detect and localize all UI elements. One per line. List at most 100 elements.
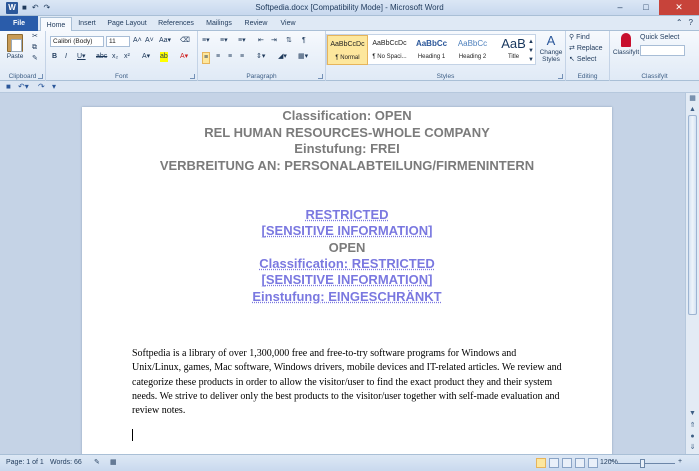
numbering-icon[interactable]: ≡▾: [220, 36, 228, 46]
highlight-icon[interactable]: ab: [160, 52, 168, 62]
word-count[interactable]: Words: 66: [50, 458, 82, 468]
format-painter-icon[interactable]: ✎: [32, 54, 38, 64]
multilevel-list-icon[interactable]: ≡▾: [238, 36, 246, 46]
clear-formatting-icon[interactable]: ⌫: [180, 36, 190, 46]
tab-insert[interactable]: Insert: [74, 16, 100, 31]
print-layout-view-icon[interactable]: [536, 458, 546, 468]
zoom-in-icon[interactable]: +: [678, 457, 682, 467]
sort-icon[interactable]: ⇅: [286, 36, 292, 46]
subscript-icon[interactable]: x₂: [112, 52, 118, 62]
font-name-box[interactable]: Calibri (Body): [50, 36, 104, 47]
full-screen-reading-icon[interactable]: [549, 458, 559, 468]
increase-indent-icon[interactable]: ⇥: [271, 36, 277, 46]
underline-icon[interactable]: U▾: [77, 52, 86, 62]
style-heading-2[interactable]: AaBbCc Heading 2: [452, 35, 493, 65]
next-page-icon[interactable]: ⇓: [686, 442, 699, 454]
classifyit-button[interactable]: ClassifyIt: [612, 33, 640, 56]
redo-icon[interactable]: ↷: [38, 81, 45, 93]
document-page[interactable]: Classification: OPEN REL HUMAN RESOURCES…: [82, 107, 612, 459]
copy-icon[interactable]: ⧉: [32, 43, 37, 53]
clipboard-launcher-icon[interactable]: [38, 74, 43, 79]
tab-home[interactable]: Home: [40, 17, 72, 32]
decrease-indent-icon[interactable]: ⇤: [258, 36, 264, 46]
editing-label: Editing: [577, 73, 598, 80]
zoom-slider-thumb[interactable]: [640, 459, 645, 468]
text-effects-icon[interactable]: A▾: [142, 52, 150, 62]
macro-icon[interactable]: ▦: [110, 458, 117, 468]
tab-references[interactable]: References: [154, 16, 198, 31]
shading-icon[interactable]: ◢▾: [278, 52, 287, 62]
tab-file[interactable]: File: [0, 16, 38, 31]
open-line: OPEN: [328, 240, 366, 255]
paste-button[interactable]: Paste: [4, 34, 26, 60]
cut-icon[interactable]: ✂: [32, 32, 38, 42]
document-workspace: Classification: OPEN REL HUMAN RESOURCES…: [0, 93, 685, 459]
tab-view[interactable]: View: [276, 16, 300, 31]
word-window: { "window": {"title": "Softpedia.docx [C…: [0, 0, 699, 471]
shrink-font-icon[interactable]: A˅: [145, 36, 154, 46]
ribbon-collapse-icon[interactable]: ⌃: [676, 18, 683, 27]
style-no-spacing[interactable]: AaBbCcDc ¶ No Spaci...: [369, 35, 410, 65]
undo-icon[interactable]: ↶▾: [18, 81, 29, 93]
minimize-icon[interactable]: –: [607, 0, 633, 15]
styles-launcher-icon[interactable]: [558, 74, 563, 79]
tab-page-layout[interactable]: Page Layout: [104, 16, 150, 31]
font-group: Calibri (Body) 11 A˄ A˅ Aa▾ ⌫ B I U▾ abc…: [46, 31, 198, 81]
align-center-icon[interactable]: ≡: [216, 52, 220, 62]
window-title: Softpedia.docx [Compatibility Mode] - Mi…: [255, 3, 444, 12]
font-size-box[interactable]: 11: [106, 36, 130, 47]
maximize-icon[interactable]: □: [633, 0, 659, 15]
window-controls: – □ ✕: [607, 0, 699, 15]
tab-mailings[interactable]: Mailings: [201, 16, 237, 31]
close-icon[interactable]: ✕: [659, 0, 699, 15]
align-left-icon[interactable]: ≡: [202, 52, 211, 64]
find-button[interactable]: ⚲ Find: [569, 33, 590, 43]
font-color-icon[interactable]: A▾: [180, 52, 188, 62]
borders-icon[interactable]: ▦▾: [298, 52, 308, 62]
replace-button[interactable]: ⇄ Replace: [569, 44, 603, 54]
vertical-scrollbar[interactable]: ▦ ▲ ▼ ⇑ ● ⇓: [685, 93, 699, 454]
header-line-einstufung: Einstufung: FREI: [294, 141, 400, 156]
justify-icon[interactable]: ≡: [240, 52, 244, 62]
quick-select-button[interactable]: Quick Select: [640, 33, 679, 43]
einstufung-eingeschraenkt-line: Einstufung: EINGESCHRÄNKT: [252, 289, 442, 304]
zoom-out-icon[interactable]: −: [609, 457, 613, 467]
tab-review[interactable]: Review: [241, 16, 271, 31]
page-count[interactable]: Page: 1 of 1: [6, 458, 44, 468]
align-right-icon[interactable]: ≡: [228, 52, 232, 62]
scroll-down-icon[interactable]: ▼: [686, 408, 699, 420]
style-heading-1[interactable]: AaBbCc Heading 1: [411, 35, 452, 65]
style-normal[interactable]: AaBbCcDc ¶ Normal: [327, 35, 368, 65]
quick-access-toolbar: ■ ↶▾ ↷ ▾: [0, 81, 699, 93]
sensitive-info-line-2: [SENSITIVE INFORMATION]: [261, 272, 433, 287]
zoom-slider[interactable]: [615, 463, 675, 464]
change-styles-button[interactable]: A Change Styles: [538, 33, 564, 63]
superscript-icon[interactable]: x²: [124, 52, 130, 62]
show-formatting-icon[interactable]: ¶: [302, 36, 306, 46]
styles-more-icon[interactable]: ▼: [528, 55, 534, 65]
line-spacing-icon[interactable]: ⇕▾: [256, 52, 265, 62]
web-layout-icon[interactable]: [562, 458, 572, 468]
italic-icon[interactable]: I: [65, 52, 67, 62]
paragraph-launcher-icon[interactable]: [318, 74, 323, 79]
scroll-thumb[interactable]: [688, 115, 697, 315]
proofing-icon[interactable]: ✎: [94, 458, 100, 468]
help-icon[interactable]: ?: [689, 18, 693, 27]
bullets-icon[interactable]: ≡▾: [202, 36, 210, 46]
quick-select-box[interactable]: [640, 45, 685, 56]
header-line-rel: REL HUMAN RESOURCES-WHOLE COMPANY: [204, 125, 490, 140]
font-label: Font: [114, 73, 128, 80]
draft-view-icon[interactable]: [588, 458, 598, 468]
customize-toolbar-icon[interactable]: ▾: [52, 81, 56, 93]
strikethrough-icon[interactable]: abc: [96, 52, 107, 62]
status-bar: Page: 1 of 1 Words: 66 ✎ ▦ 120% − +: [0, 454, 699, 471]
body-paragraph[interactable]: Softpedia is a library of over 1,300,000…: [132, 347, 562, 418]
select-button[interactable]: ↖ Select: [569, 55, 596, 65]
grow-font-icon[interactable]: A˄: [133, 36, 142, 46]
stamp-icon: [621, 33, 631, 47]
font-launcher-icon[interactable]: [190, 74, 195, 79]
bold-icon[interactable]: B: [52, 52, 57, 62]
save-icon[interactable]: ■: [6, 81, 11, 93]
change-case-icon[interactable]: Aa▾: [159, 36, 171, 46]
outline-view-icon[interactable]: [575, 458, 585, 468]
